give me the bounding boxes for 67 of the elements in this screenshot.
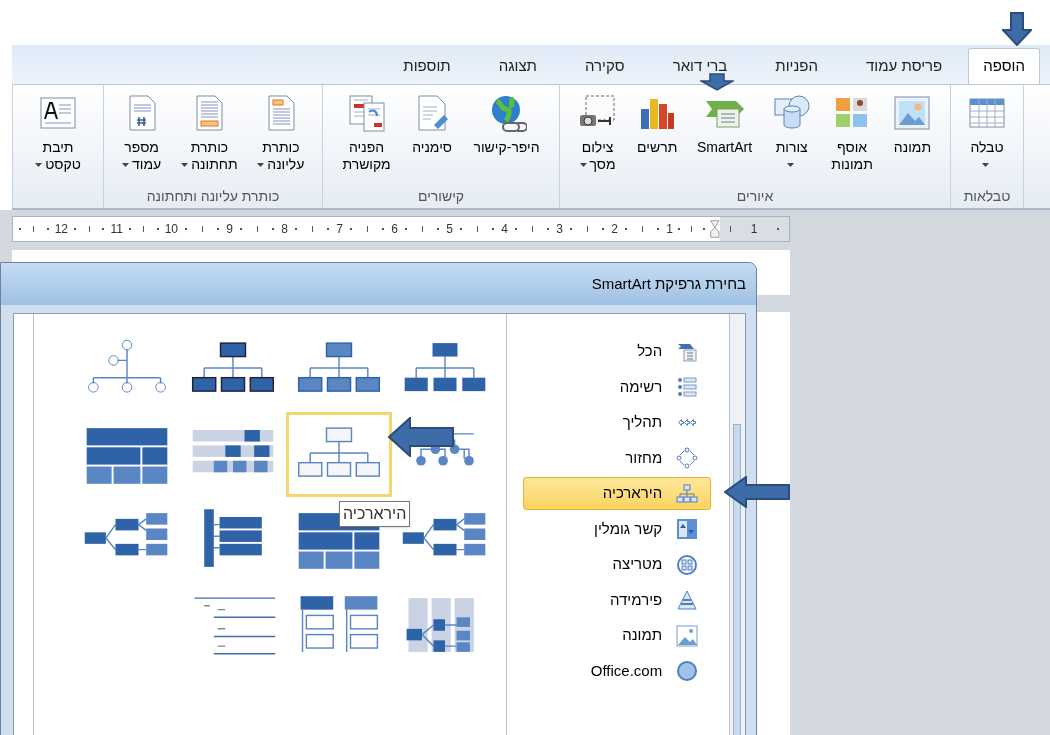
ribbon-tab[interactable]: הפניות — [761, 48, 832, 84]
ribbon-button[interactable]: תרשים — [635, 93, 680, 156]
ruler-number: 7 — [336, 221, 343, 238]
category-item[interactable]: תמונה — [523, 619, 712, 652]
ribbon-button[interactable]: כותרת תחתונה — [179, 93, 240, 173]
category-item[interactable]: קשר גומלין — [523, 512, 712, 546]
category-item[interactable]: תהליך — [523, 406, 712, 439]
ribbon-button[interactable]: SmartArt — [694, 93, 755, 156]
group-label: קישורים — [417, 187, 465, 206]
hierarchy-icon — [676, 482, 699, 505]
ruler-number: 12 — [54, 221, 68, 238]
category-item[interactable]: פירמידה — [523, 583, 712, 617]
list-icon — [676, 376, 699, 398]
ruler-number: 6 — [391, 221, 398, 238]
ribbon-button[interactable]: תמונה — [890, 93, 935, 156]
pyramid-icon — [676, 589, 699, 611]
ruler-number: 1 — [750, 221, 758, 238]
indent-marker[interactable] — [710, 217, 720, 241]
dialog-title: בחירת גרפיקת SmartArt — [591, 273, 746, 294]
ruler-number: 5 — [446, 221, 453, 238]
matrix-icon — [676, 553, 699, 576]
left-arrow — [724, 476, 790, 508]
ribbon-button[interactable]: תיבת טקסט — [33, 93, 83, 173]
category-item[interactable]: Office.com — [523, 654, 712, 688]
scrollbar-thumb[interactable] — [733, 424, 742, 735]
ribbon-button[interactable]: טבלה — [965, 93, 1009, 173]
ruler-number: 9 — [226, 221, 233, 238]
ribbon-button[interactable]: צילום מסך — [575, 93, 620, 173]
category-item[interactable]: רשימה — [523, 370, 712, 404]
ribbon-button[interactable]: הפניה מקושרת — [340, 93, 393, 173]
ribbon-tab[interactable]: ברי דואר — [658, 48, 742, 84]
ruler-number: 8 — [281, 221, 288, 238]
category-item[interactable]: הירארכיה — [523, 477, 712, 510]
down-arrow — [700, 73, 734, 91]
ribbon-tab[interactable]: תצוגה — [484, 48, 551, 84]
category-item[interactable]: מחזור — [523, 441, 712, 475]
group-label: כותרת עליונה ותחתונה — [146, 187, 280, 206]
ribbon-button[interactable]: מספר עמוד — [119, 93, 164, 173]
down-arrow — [1002, 12, 1032, 46]
process-icon — [678, 419, 697, 426]
ribbon-button[interactable]: סימניה — [410, 93, 455, 156]
ribbon-button[interactable]: צורות — [769, 93, 814, 173]
ribbon-button[interactable]: אוסף תמונות — [829, 93, 875, 173]
ruler-number: 1 — [666, 221, 673, 238]
tooltip: הירארכיה — [339, 501, 411, 527]
ribbon-tab[interactable]: סקירה — [571, 48, 639, 84]
cycle-icon — [676, 447, 699, 469]
scrollbar[interactable] — [729, 314, 745, 735]
ribbon-tab[interactable]: פריסת עמוד — [852, 48, 957, 84]
picture-icon — [676, 624, 699, 647]
ruler-number: 3 — [556, 221, 563, 238]
left-arrow — [388, 417, 454, 457]
ruler-number: 4 — [501, 221, 508, 238]
ruler-number: 2 — [611, 221, 618, 238]
ribbon-button[interactable]: כותרת עליונה — [255, 93, 307, 173]
category-item[interactable]: הכל — [523, 335, 712, 368]
ribbon-button[interactable]: היפר-קישור — [471, 93, 542, 156]
group-label: טבלאות — [963, 187, 1011, 206]
group-label: איורים — [736, 187, 774, 206]
category-item[interactable]: מטריצה — [523, 548, 712, 581]
ribbon-tab[interactable]: תוספות — [389, 48, 465, 84]
relationship-icon — [676, 518, 699, 540]
linked-documents-icon — [346, 93, 387, 133]
picture-icon — [892, 93, 933, 133]
ruler-number: 10 — [164, 221, 178, 238]
ribbon-tab[interactable]: הוספה — [968, 48, 1040, 84]
ruler-number: 11 — [110, 221, 123, 238]
